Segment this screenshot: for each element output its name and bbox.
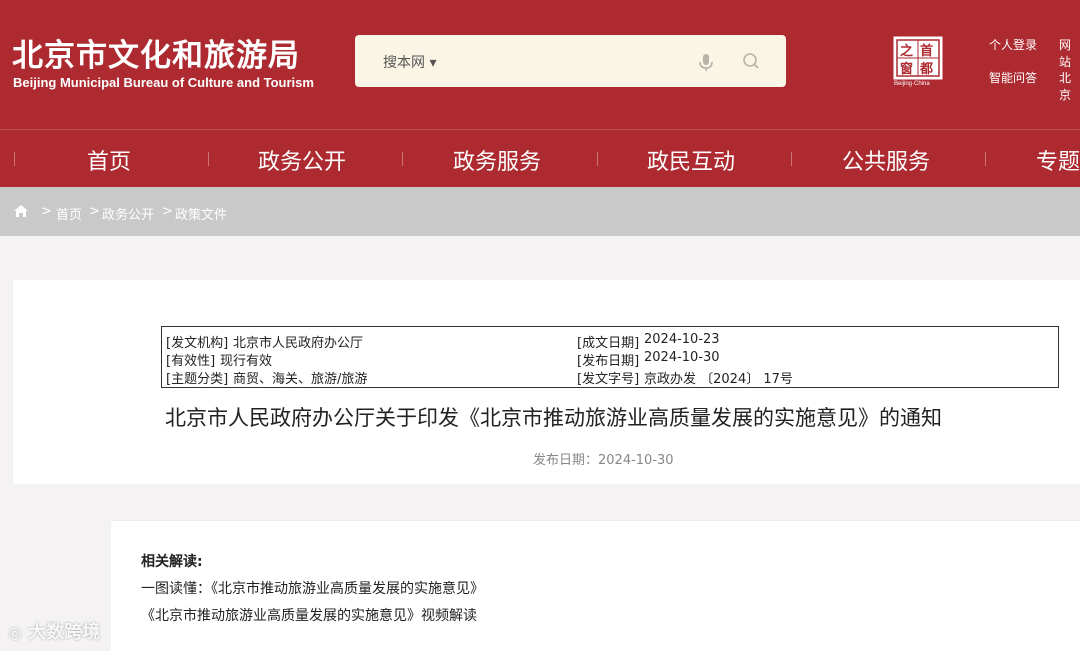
nav-item-topics[interactable]: 专题	[1036, 144, 1080, 176]
site-logo-subtitle[interactable]: Beijing Municipal Bureau of Culture and …	[13, 75, 314, 90]
breadcrumb-separator: >	[41, 204, 52, 219]
website-link[interactable]: 网站	[1059, 36, 1080, 70]
nav-item-home[interactable]: 首页	[87, 144, 131, 176]
nav-item-interaction[interactable]: 政民互动	[647, 144, 735, 176]
document-metadata-table: [发文机构] 北京市人民政府办公厅 [有效性] 现行有效 [主题分类] 商贸、海…	[161, 326, 1059, 388]
seal-char-3: 都	[920, 62, 934, 77]
related-interpretations-heading: 相关解读:	[141, 554, 203, 570]
page-title: 北京市人民政府办公厅关于印发《北京市推动旅游业高质量发展的实施意见》的通知	[165, 406, 942, 430]
watermark-logo: ◎ 大数跨境	[8, 618, 100, 644]
site-header: 北京市文化和旅游局 Beijing Municipal Bureau of Cu…	[0, 0, 1080, 187]
microphone-icon[interactable]	[695, 51, 717, 73]
search-box[interactable]: 搜本网 ▾	[355, 35, 786, 87]
capital-window-seal-logo[interactable]: 首 之 都 窗 Beijing·China	[893, 36, 943, 90]
nav-divider	[985, 152, 986, 166]
validity-label: [有效性]	[166, 354, 216, 369]
breadcrumb-separator: >	[89, 204, 100, 219]
nav-divider	[402, 152, 403, 166]
main-nav: 首页 政务公开 政务服务 政民互动 公共服务 专题	[0, 129, 1080, 187]
search-icon[interactable]	[740, 50, 762, 72]
smart-qa-link[interactable]: 智能问答	[989, 69, 1037, 86]
beijing-link[interactable]: 北京	[1059, 69, 1080, 103]
topic-value: 商贸、海关、旅游/旅游	[233, 372, 368, 387]
site-logo-title[interactable]: 北京市文化和旅游局	[12, 30, 300, 75]
validity-value: 现行有效	[220, 354, 273, 369]
breadcrumb-separator: >	[162, 204, 173, 219]
breadcrumb-home[interactable]: 首页	[56, 204, 82, 223]
seal-char-2: 之	[900, 44, 914, 59]
nav-divider	[791, 152, 792, 166]
breadcrumb-policy-documents[interactable]: 政策文件	[175, 204, 227, 223]
watermark-icon: ◎	[8, 623, 22, 642]
related-link-infographic[interactable]: 一图读懂：《北京市推动旅游业高质量发展的实施意见》	[141, 578, 484, 598]
breadcrumb: > 首页 > 政务公开 > 政策文件	[0, 187, 1080, 236]
document-number-label: [发文字号]	[577, 372, 640, 387]
search-scope-dropdown[interactable]: 搜本网 ▾	[383, 52, 436, 72]
topic-label: [主题分类]	[166, 372, 229, 387]
nav-divider	[14, 152, 15, 166]
seal-char-4: 窗	[900, 62, 914, 77]
nav-item-government-services[interactable]: 政务服务	[453, 144, 541, 176]
written-date-value: 2024-10-23	[644, 332, 720, 347]
publish-date: 发布日期：2024-10-30	[533, 453, 674, 468]
nav-divider	[208, 152, 209, 166]
issuer-label: [发文机构]	[166, 336, 229, 351]
nav-divider	[597, 152, 598, 166]
issuer-value: 北京市人民政府办公厅	[233, 336, 364, 351]
related-link-video[interactable]: 《北京市推动旅游业高质量发展的实施意见》视频解读	[141, 605, 477, 625]
breadcrumb-government-affairs[interactable]: 政务公开	[102, 204, 154, 223]
nav-item-government-affairs[interactable]: 政务公开	[258, 144, 346, 176]
nav-item-public-services[interactable]: 公共服务	[842, 144, 930, 176]
seal-caption: Beijing·China	[894, 81, 930, 87]
home-icon[interactable]	[13, 204, 29, 218]
written-date-label: [成文日期]	[577, 336, 640, 351]
published-date-label: [发布日期]	[577, 354, 640, 369]
personal-login-link[interactable]: 个人登录	[989, 36, 1037, 53]
document-number-value: 京政办发 〔2024〕 17号	[644, 372, 793, 387]
seal-char-1: 首	[920, 44, 934, 59]
published-date-value: 2024-10-30	[644, 350, 720, 365]
watermark-text: 大数跨境	[28, 622, 101, 643]
